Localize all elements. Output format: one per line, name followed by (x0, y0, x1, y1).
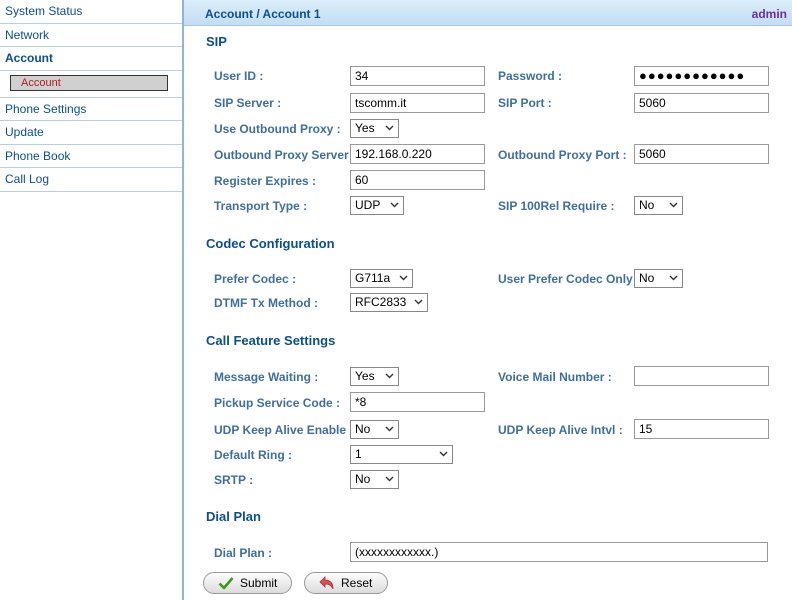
chevron-down-icon (414, 299, 423, 305)
chevron-down-icon (669, 202, 678, 208)
pickup-service-code-input[interactable]: *8 (350, 392, 485, 412)
dial-plan-input[interactable]: (xxxxxxxxxxxx.) (350, 542, 768, 562)
chevron-down-icon (390, 202, 399, 208)
sidebar-item-call-log[interactable]: Call Log (0, 168, 182, 192)
sip-100rel-select[interactable]: No (634, 196, 683, 215)
checkmark-icon (218, 577, 234, 590)
srtp-value: No (355, 472, 371, 486)
header-bar: Account / Account 1 admin (184, 0, 792, 26)
use-outbound-proxy-value: Yes (355, 121, 375, 135)
udp-keep-alive-intvl-input[interactable]: 15 (634, 419, 769, 439)
password-label: Password : (498, 69, 563, 83)
section-title-codec: Codec Configuration (206, 236, 335, 251)
chevron-down-icon (399, 275, 408, 281)
srtp-label: SRTP : (214, 473, 254, 487)
sidebar-item-phone-book[interactable]: Phone Book (0, 145, 182, 168)
breadcrumb: Account / Account 1 (205, 7, 321, 21)
chevron-down-icon (385, 125, 394, 131)
undo-arrow-icon (319, 576, 334, 590)
outbound-proxy-server-input[interactable]: 192.168.0.220 (350, 144, 485, 164)
reset-button-label: Reset (341, 576, 373, 590)
chevron-down-icon (439, 451, 448, 457)
udp-keep-alive-enable-label: UDP Keep Alive Enable : (214, 423, 354, 437)
section-title-call-feature: Call Feature Settings (206, 333, 336, 348)
use-outbound-proxy-select[interactable]: Yes (350, 119, 399, 138)
register-expires-input[interactable]: 60 (350, 170, 485, 190)
dtmf-tx-method-label: DTMF Tx Method : (214, 296, 318, 310)
sidebar-item-network[interactable]: Network (0, 24, 182, 47)
user-prefer-codec-only-select[interactable]: No (634, 269, 683, 288)
default-ring-label: Default Ring : (214, 448, 292, 462)
srtp-select[interactable]: No (350, 470, 399, 489)
default-ring-select[interactable]: 1 (350, 445, 453, 464)
udp-keep-alive-enable-value: No (355, 422, 371, 436)
sip-port-input[interactable]: 5060 (634, 93, 769, 113)
reset-button[interactable]: Reset (304, 572, 388, 594)
sidebar-subitem-account[interactable]: Account (10, 74, 168, 91)
voice-mail-number-input[interactable] (634, 366, 769, 386)
dtmf-tx-method-select[interactable]: RFC2833 (350, 293, 428, 312)
prefer-codec-select[interactable]: G711a (350, 269, 413, 288)
dial-plan-label: Dial Plan : (214, 546, 273, 560)
outbound-proxy-server-label: Outbound Proxy Server : (214, 148, 357, 162)
sip-100rel-value: No (639, 198, 655, 212)
sidebar-item-account[interactable]: Account (0, 47, 182, 71)
user-name: admin (751, 7, 787, 21)
chevron-down-icon (669, 275, 678, 281)
transport-type-label: Transport Type : (214, 199, 308, 213)
submit-button[interactable]: Submit (203, 572, 292, 594)
pickup-service-code-label: Pickup Service Code : (214, 396, 341, 410)
udp-keep-alive-enable-select[interactable]: No (350, 420, 399, 439)
default-ring-value: 1 (355, 447, 362, 461)
chevron-down-icon (385, 476, 394, 482)
message-waiting-label: Message Waiting : (214, 370, 319, 384)
section-title-dial-plan: Dial Plan (206, 509, 261, 524)
prefer-codec-value: G711a (355, 271, 391, 285)
sidebar-item-system-status[interactable]: System Status (0, 0, 182, 24)
register-expires-label: Register Expires : (214, 174, 317, 188)
sip-port-label: SIP Port : (498, 96, 552, 110)
sip-server-input[interactable]: tscomm.it (350, 93, 485, 113)
sidebar: System Status Network Account Account Ph… (0, 0, 184, 600)
section-title-sip: SIP (206, 34, 227, 49)
outbound-proxy-port-input[interactable]: 5060 (634, 144, 769, 164)
transport-type-value: UDP (355, 198, 381, 212)
sip-server-label: SIP Server : (214, 96, 282, 110)
sip-100rel-label: SIP 100Rel Require : (498, 199, 615, 213)
use-outbound-proxy-label: Use Outbound Proxy : (214, 122, 341, 136)
udp-keep-alive-intvl-label: UDP Keep Alive Intvl : (498, 423, 623, 437)
dtmf-tx-method-value: RFC2833 (355, 295, 407, 309)
voice-mail-number-label: Voice Mail Number : (498, 370, 612, 384)
outbound-proxy-port-label: Outbound Proxy Port : (498, 148, 627, 162)
user-id-input[interactable]: 34 (350, 66, 485, 86)
sidebar-item-phone-settings[interactable]: Phone Settings (0, 98, 182, 121)
user-prefer-codec-only-value: No (639, 271, 655, 285)
user-prefer-codec-only-label: User Prefer Codec Only : (498, 272, 641, 286)
password-input[interactable]: ●●●●●●●●●●●● (634, 66, 769, 86)
message-waiting-select[interactable]: Yes (350, 367, 399, 386)
user-id-label: User ID : (214, 69, 264, 83)
prefer-codec-label: Prefer Codec : (214, 272, 297, 286)
sidebar-submenu: Account (0, 71, 182, 98)
message-waiting-value: Yes (355, 369, 375, 383)
transport-type-select[interactable]: UDP (350, 196, 404, 215)
sidebar-item-update[interactable]: Update (0, 121, 182, 145)
submit-button-label: Submit (240, 576, 278, 590)
chevron-down-icon (385, 426, 394, 432)
chevron-down-icon (385, 373, 394, 379)
